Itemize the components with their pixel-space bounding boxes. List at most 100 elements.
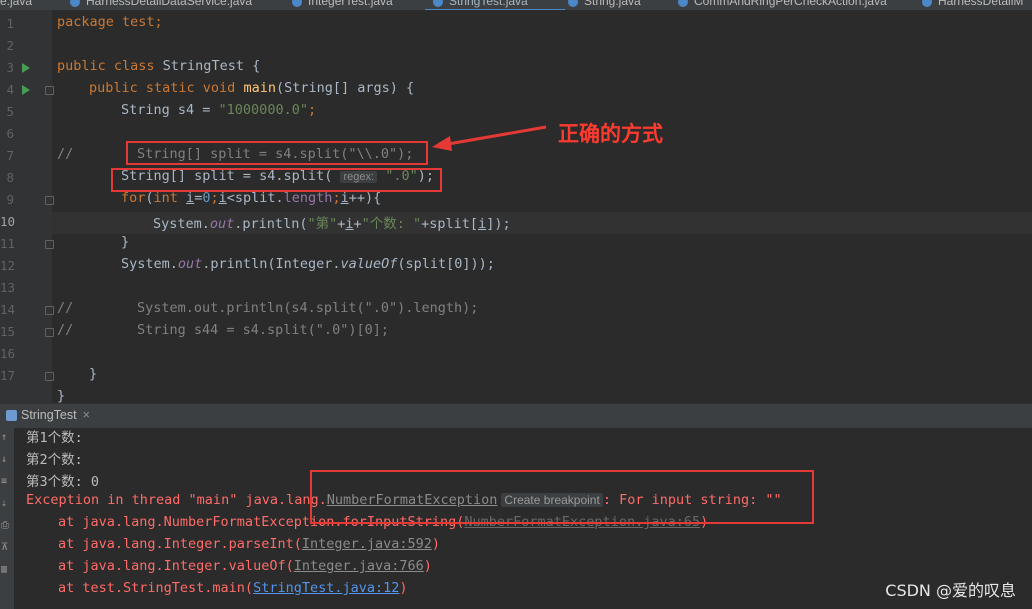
code-text: i xyxy=(340,190,349,206)
source-link[interactable]: StringTest.java:12 xyxy=(253,580,399,596)
line-number: 12 xyxy=(0,258,16,273)
console-toolbar: ↑ ↓ ≡ ⇣ ⎙ ⊼ ▥ xyxy=(0,428,14,609)
code-text: .println( xyxy=(234,216,308,232)
wrap-icon[interactable]: ≡ xyxy=(1,476,11,487)
code-text: <split. xyxy=(226,190,284,206)
line-number: 3 xyxy=(6,60,14,75)
code-text: } xyxy=(89,366,98,382)
console-text: Exception in thread "main" java.lang. xyxy=(26,492,327,508)
code-line-12: System.out.println(Integer.valueOf(split… xyxy=(121,256,495,272)
code-text: (split[0])); xyxy=(397,256,495,272)
console-text: at java.lang.Integer.parseInt( xyxy=(58,536,302,552)
scroll-to-end-icon[interactable]: ⇣ xyxy=(1,498,11,509)
source-link[interactable]: Integer.java:766 xyxy=(294,558,424,574)
code-text: for xyxy=(121,190,146,206)
code-text: ; xyxy=(332,190,341,206)
tab-integer-test[interactable]: IntegerTest.java xyxy=(292,0,393,10)
code-line-7-comment: // xyxy=(57,146,73,162)
line-number: 15 xyxy=(0,324,16,339)
code-text: .println(Integer. xyxy=(202,256,341,272)
code-line-17: } xyxy=(89,366,97,382)
code-text: String s44 = s4.split(".0")[0]; xyxy=(137,322,389,338)
fold-icon[interactable] xyxy=(45,86,54,95)
up-arrow-icon[interactable]: ↑ xyxy=(1,432,11,443)
down-arrow-icon[interactable]: ↓ xyxy=(1,454,11,465)
editor-gutter: 1 2 3 4 5 6 7 8 9 10 11 12 13 14 15 16 1… xyxy=(0,10,54,403)
code-text: i xyxy=(345,216,354,232)
tab-harness-detail-data-service[interactable]: HarnessDetailDataService.java xyxy=(70,0,252,10)
source-link[interactable]: Integer.java:592 xyxy=(302,536,432,552)
line-number: 11 xyxy=(0,236,16,251)
code-text: System. xyxy=(121,256,178,272)
code-text: "个数: " xyxy=(361,216,422,232)
pin-icon[interactable]: ⊼ xyxy=(1,542,11,553)
tab-comm-and-ring-per-check-action[interactable]: CommAndRingPerCheckAction.java xyxy=(678,0,887,10)
console-line: 第2个数: xyxy=(26,452,83,468)
code-text: // xyxy=(57,300,74,316)
fold-icon[interactable] xyxy=(45,240,54,249)
code-text: valueOf xyxy=(340,256,398,272)
annotation-box-exception xyxy=(310,470,814,524)
tab-harness-detail-m[interactable]: HarnessDetailM xyxy=(922,0,1023,10)
code-text: i xyxy=(218,190,227,206)
tab-label: HarnessDetailM xyxy=(938,0,1024,8)
code-text: int xyxy=(153,190,187,206)
console-text: at test.StringTest.main( xyxy=(58,580,254,596)
code-line-11: } xyxy=(121,234,129,250)
tab-e-java[interactable]: e.java xyxy=(0,0,32,10)
tab-string[interactable]: String.java xyxy=(568,0,641,10)
console-stacktrace-line: at java.lang.Integer.valueOf(Integer.jav… xyxy=(58,558,432,574)
annotation-note: 正确的方式 xyxy=(558,122,663,146)
code-text: ++){ xyxy=(348,190,382,206)
fold-icon[interactable] xyxy=(45,372,54,381)
code-text: + xyxy=(353,216,362,232)
code-text: ; xyxy=(210,190,219,206)
annotation-arrow-icon xyxy=(432,125,547,151)
tab-label: StringTest.java xyxy=(449,0,528,8)
code-text: // xyxy=(57,322,74,338)
java-class-icon xyxy=(433,0,443,7)
code-text: // xyxy=(57,146,74,162)
fold-icon[interactable] xyxy=(45,306,54,315)
code-line-18: } xyxy=(57,388,65,404)
console-text: ) xyxy=(423,558,432,574)
trash-icon[interactable]: ▥ xyxy=(1,564,11,575)
tab-label: e.java xyxy=(0,0,33,8)
code-text: ; xyxy=(307,102,317,118)
line-number: 5 xyxy=(6,104,14,119)
code-editor[interactable]: 1 2 3 4 5 6 7 8 9 10 11 12 13 14 15 16 1… xyxy=(0,10,1032,404)
console-text: at java.lang.Integer.valueOf( xyxy=(58,558,294,574)
run-console[interactable]: ↑ ↓ ≡ ⇣ ⎙ ⊼ ▥ 第1个数: 第2个数: 第3个数: 0 Except… xyxy=(0,428,1032,609)
code-text: System.out.println(s4.split(".0").length… xyxy=(137,300,479,316)
tab-label: IntegerTest.java xyxy=(308,0,393,8)
code-text: out xyxy=(209,216,235,232)
close-icon[interactable]: × xyxy=(83,408,90,422)
console-stacktrace-line: at java.lang.Integer.parseInt(Integer.ja… xyxy=(58,536,440,552)
line-number: 6 xyxy=(6,126,14,141)
console-text: ) xyxy=(431,536,441,552)
code-line-15: String s44 = s4.split(".0")[0]; xyxy=(137,322,389,338)
code-text: System. xyxy=(153,216,210,232)
fold-icon[interactable] xyxy=(45,196,54,205)
code-text: } xyxy=(121,234,130,250)
line-number: 7 xyxy=(6,148,14,163)
tab-label: HarnessDetailDataService.java xyxy=(86,0,253,8)
code-text: } xyxy=(57,388,66,404)
fold-icon[interactable] xyxy=(45,328,54,337)
print-icon[interactable]: ⎙ xyxy=(1,520,11,531)
watermark: CSDN @爱的叹息 xyxy=(885,581,1016,600)
run-main-icon[interactable] xyxy=(22,85,30,95)
code-text: String s4 = xyxy=(121,102,219,118)
code-text: "1000000.0" xyxy=(218,102,308,118)
run-tab-string-test[interactable]: StringTest × xyxy=(6,408,90,422)
run-class-icon[interactable] xyxy=(22,63,30,73)
code-text: (String[] args) { xyxy=(275,80,415,96)
line-number: 13 xyxy=(0,280,16,295)
line-number: 10 xyxy=(0,214,16,229)
code-line-10: System.out.println("第"+i+"个数: "+split[i]… xyxy=(153,212,511,232)
console-line: 第1个数: xyxy=(26,430,83,446)
tab-label: CommAndRingPerCheckAction.java xyxy=(694,0,887,8)
java-class-icon xyxy=(70,0,80,7)
tab-label: String.java xyxy=(584,0,641,8)
code-text: main xyxy=(243,80,276,96)
